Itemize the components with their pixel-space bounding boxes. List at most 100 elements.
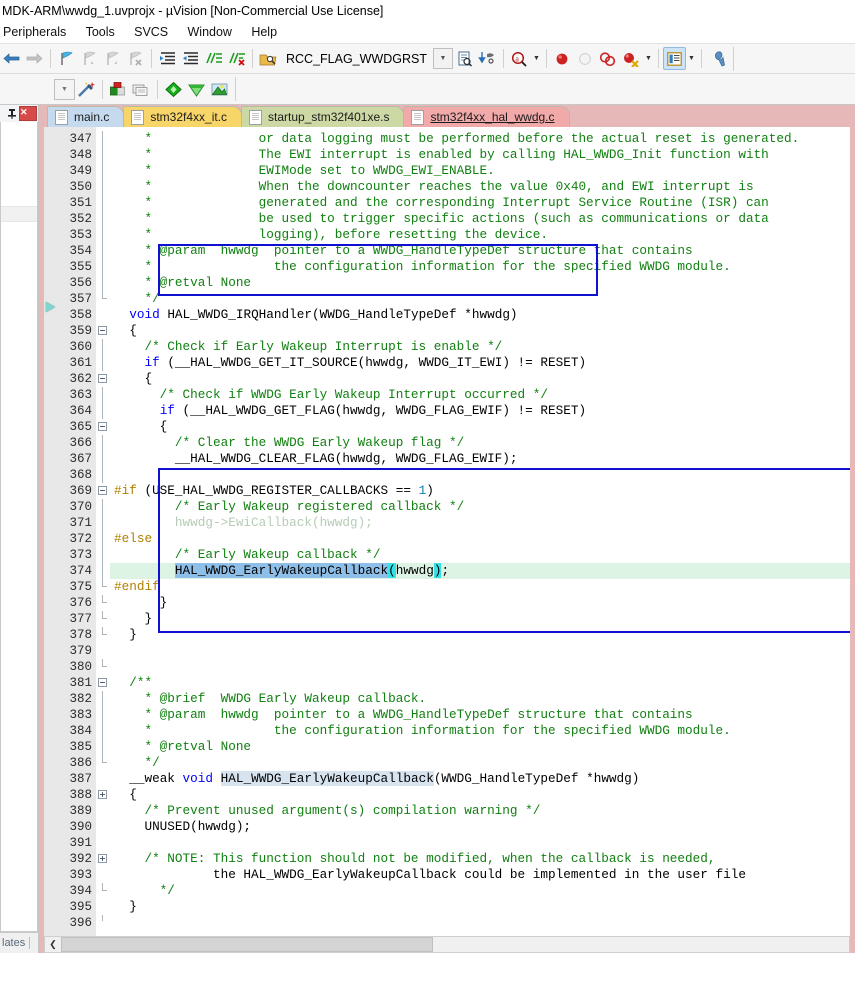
- uncomment-lines-icon[interactable]: [225, 47, 248, 70]
- fold-marker[interactable]: [96, 691, 110, 707]
- chevron-down-icon[interactable]: ▼: [531, 47, 542, 70]
- fold-marker[interactable]: [96, 451, 110, 467]
- fold-marker[interactable]: [96, 371, 110, 387]
- fold-marker[interactable]: [96, 499, 110, 515]
- code-text-area[interactable]: * or data logging must be performed befo…: [110, 127, 850, 936]
- fold-marker[interactable]: [96, 307, 110, 323]
- fold-marker[interactable]: [96, 643, 110, 659]
- search-magnifier-icon[interactable]: a: [508, 47, 531, 70]
- editor-tab-startup-stm32f401xe-s[interactable]: startup_stm32f401xe.s: [241, 106, 405, 127]
- fold-marker[interactable]: [96, 195, 110, 211]
- fold-marker[interactable]: [96, 899, 110, 915]
- pin-icon[interactable]: [4, 107, 19, 121]
- chevron-down-icon[interactable]: ▼: [643, 47, 654, 70]
- bookmark-next-icon[interactable]: [101, 47, 124, 70]
- browse-symbol-icon[interactable]: [453, 47, 476, 70]
- back-arrow-icon[interactable]: [0, 47, 23, 70]
- search-symbol-combo[interactable]: RCC_FLAG_WWDGRST ▼: [282, 48, 453, 69]
- fold-marker[interactable]: [96, 595, 110, 611]
- batch-build-icon[interactable]: [130, 78, 153, 101]
- target-select-dropdown[interactable]: ▼: [54, 78, 75, 100]
- project-tree[interactable]: [0, 122, 38, 932]
- menu-item-svcs[interactable]: SVCS: [126, 22, 176, 43]
- fold-marker[interactable]: [96, 515, 110, 531]
- editor-tab-stm32f4xx-hal-wwdg-c[interactable]: stm32f4xx_hal_wwdg.c: [403, 106, 570, 127]
- fold-marker[interactable]: [96, 339, 110, 355]
- indent-left-icon[interactable]: [179, 47, 202, 70]
- code-editor[interactable]: 347 348 349 350 351 352 353 354 355 356 357 358 359 3…: [39, 127, 855, 936]
- fold-marker[interactable]: [96, 835, 110, 851]
- find-in-files-icon[interactable]: [257, 47, 280, 70]
- fold-marker[interactable]: [96, 275, 110, 291]
- menu-item-peripherals[interactable]: Peripherals: [1, 22, 74, 43]
- chevron-left-icon[interactable]: ❮: [45, 938, 61, 951]
- bookmark-previous-icon[interactable]: [78, 47, 101, 70]
- fold-marker[interactable]: [96, 867, 110, 883]
- fold-marker[interactable]: [96, 147, 110, 163]
- start-debug-session-icon[interactable]: [185, 78, 208, 101]
- fold-marker[interactable]: [96, 819, 110, 835]
- fold-marker[interactable]: [96, 755, 110, 771]
- fold-marker[interactable]: [96, 323, 110, 339]
- fold-marker[interactable]: [96, 579, 110, 595]
- code-folding-gutter[interactable]: [96, 127, 110, 936]
- fold-marker[interactable]: [96, 419, 110, 435]
- insert-breakpoint-icon[interactable]: [551, 47, 574, 70]
- fold-marker[interactable]: [96, 403, 110, 419]
- editor-tab-stm32f4xx-it-c[interactable]: stm32f4xx_it.c: [123, 106, 243, 127]
- comment-lines-icon[interactable]: [202, 47, 225, 70]
- editor-tab-main-c[interactable]: main.c: [47, 106, 125, 127]
- fold-marker[interactable]: [96, 131, 110, 147]
- scrollbar-thumb[interactable]: [61, 937, 433, 952]
- fold-marker[interactable]: [96, 707, 110, 723]
- manage-windows-icon[interactable]: [662, 47, 686, 70]
- fold-marker[interactable]: [96, 211, 110, 227]
- panel-tab-templates[interactable]: lates: [0, 937, 25, 949]
- bookmark-toggle-icon[interactable]: [55, 47, 78, 70]
- fold-marker[interactable]: [96, 883, 110, 899]
- chevron-down-icon[interactable]: ▼: [686, 47, 697, 70]
- goto-definition-icon[interactable]: [476, 47, 499, 70]
- fold-marker[interactable]: [96, 547, 110, 563]
- manage-runtime-environment-icon[interactable]: [107, 78, 130, 101]
- chevron-down-icon[interactable]: ▼: [432, 48, 453, 69]
- fold-marker[interactable]: [96, 387, 110, 403]
- fold-marker[interactable]: [96, 227, 110, 243]
- fold-marker[interactable]: [96, 771, 110, 787]
- fold-marker[interactable]: [96, 259, 110, 275]
- fold-marker[interactable]: [96, 355, 110, 371]
- fold-marker[interactable]: [96, 675, 110, 691]
- fold-marker[interactable]: [96, 483, 110, 499]
- fold-marker[interactable]: [96, 467, 110, 483]
- fold-marker[interactable]: [96, 627, 110, 643]
- forward-arrow-icon[interactable]: [23, 47, 46, 70]
- fold-marker[interactable]: [96, 435, 110, 451]
- indent-right-icon[interactable]: [156, 47, 179, 70]
- fold-marker[interactable]: [96, 851, 110, 867]
- fold-marker[interactable]: [96, 243, 110, 259]
- disable-breakpoint-icon[interactable]: [574, 47, 597, 70]
- fold-marker[interactable]: [96, 611, 110, 627]
- menu-item-window[interactable]: Window: [180, 22, 240, 43]
- disable-all-breakpoints-icon[interactable]: [620, 47, 643, 70]
- fold-marker[interactable]: [96, 723, 110, 739]
- configure-wrench-icon[interactable]: [706, 47, 729, 70]
- fold-marker[interactable]: [96, 803, 110, 819]
- fold-marker[interactable]: [96, 787, 110, 803]
- fold-marker[interactable]: [96, 563, 110, 579]
- menu-item-help[interactable]: Help: [243, 22, 285, 43]
- fold-marker[interactable]: [96, 163, 110, 179]
- fold-marker[interactable]: [96, 659, 110, 675]
- bookmark-clear-icon[interactable]: [124, 47, 147, 70]
- fold-marker[interactable]: [96, 291, 110, 307]
- fold-marker[interactable]: [96, 179, 110, 195]
- kill-all-breakpoints-icon[interactable]: [597, 47, 620, 70]
- breakpoint-gutter[interactable]: [44, 127, 59, 936]
- multi-project-icon[interactable]: [208, 78, 231, 101]
- menu-item-tools[interactable]: Tools: [78, 22, 123, 43]
- scrollbar-track[interactable]: ❮: [44, 936, 850, 953]
- fold-marker[interactable]: [96, 739, 110, 755]
- fold-marker[interactable]: [96, 915, 110, 931]
- fold-marker[interactable]: [96, 531, 110, 547]
- target-options-wand-icon[interactable]: [75, 78, 98, 101]
